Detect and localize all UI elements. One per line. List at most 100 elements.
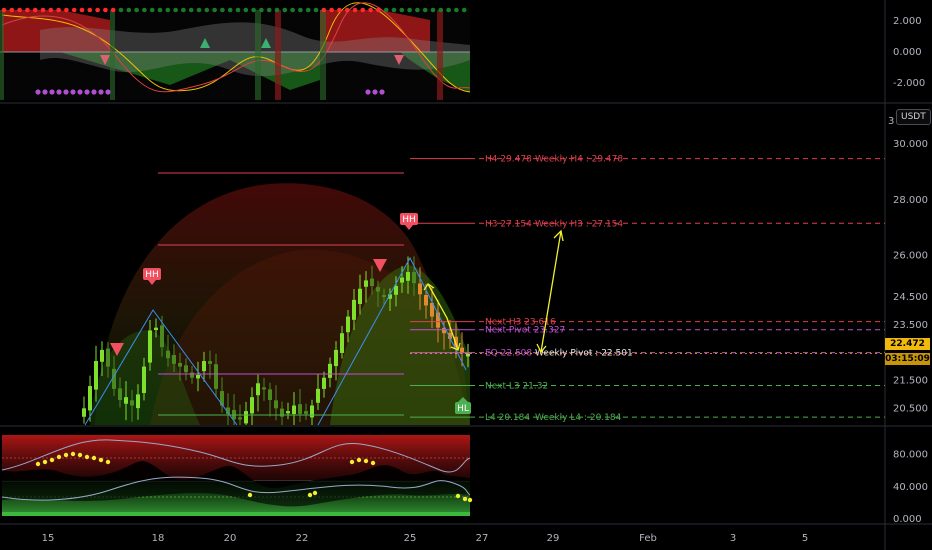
- rsi-baseline: [2, 512, 470, 516]
- weekly-level-label: Weekly L4 : 20.184: [535, 413, 622, 423]
- candle-body: [136, 394, 140, 409]
- candle-body: [184, 365, 188, 373]
- rsi-dot: [91, 455, 97, 461]
- weekly-level-label: Weekly Pivot : 22.501: [535, 349, 633, 359]
- candle-body: [202, 361, 206, 372]
- rsi-dot: [84, 454, 90, 460]
- level-label: Next L3 21.32: [485, 382, 548, 392]
- osc-dot: [313, 7, 319, 13]
- osc-dot: [391, 7, 397, 13]
- price-axis[interactable]: 30.000 28.000 26.000 24.500 23.500 21.500 20.5…: [893, 16, 928, 525]
- osc-dot: [282, 7, 288, 13]
- osc-dot: [321, 7, 327, 13]
- osc-highlight-bar: [275, 10, 281, 100]
- rsi-dot: [363, 458, 369, 464]
- osc-dot: [87, 7, 93, 13]
- candle-body: [238, 417, 242, 420]
- osc-dot: [243, 7, 249, 13]
- osc-dot: [383, 7, 389, 13]
- level-label: H4 29.478: [485, 155, 532, 165]
- candle-body: [130, 400, 134, 406]
- rsi-dot: [349, 459, 355, 465]
- osc-dot: [157, 7, 163, 13]
- candle-body: [460, 347, 464, 353]
- candle-body: [376, 287, 380, 292]
- candle-body: [88, 386, 92, 411]
- osc-dot: [407, 7, 412, 13]
- candle-body: [382, 295, 386, 298]
- rsi-dot: [247, 492, 253, 498]
- candle-body: [322, 377, 326, 389]
- time-tick-label: 18: [152, 533, 165, 544]
- osc-dot: [173, 7, 178, 13]
- osc-dot: [134, 7, 139, 13]
- candle-body: [250, 397, 254, 414]
- osc-dot: [337, 7, 342, 13]
- candle-body: [328, 363, 332, 378]
- candle-body: [286, 411, 290, 414]
- osc-dot: [220, 7, 225, 13]
- osc-highlight-bar: [437, 10, 443, 100]
- last-price-tag: 22.472: [885, 338, 930, 350]
- candle-body: [94, 361, 98, 390]
- osc-dot: [329, 7, 334, 13]
- osc-dot: [352, 7, 358, 13]
- candle-body: [424, 295, 428, 306]
- price-tick-label: 20.500: [893, 403, 928, 414]
- hh-label-marker: HH: [400, 213, 418, 230]
- candle-body: [124, 397, 128, 404]
- currency-badge[interactable]: USDT: [896, 109, 931, 125]
- osc-dot: [56, 7, 61, 13]
- osc-dot: [25, 7, 30, 13]
- price-tick-label: 24.500: [893, 292, 928, 303]
- osc-dot: [422, 7, 428, 13]
- rsi-dot: [312, 490, 318, 496]
- rsi-dot: [49, 457, 55, 463]
- candle-body: [394, 285, 398, 295]
- osc-dot: [79, 7, 85, 13]
- candle-body: [154, 327, 158, 331]
- osc-dot: [227, 7, 233, 13]
- osc-dot: [64, 7, 69, 13]
- osc-dot: [379, 89, 385, 95]
- candle-body: [160, 325, 164, 348]
- osc-dot: [71, 7, 77, 13]
- candle-body: [340, 333, 344, 353]
- osc-highlight-bar: [320, 10, 326, 100]
- hh-label-text: HH: [145, 270, 159, 280]
- rsi-dot: [98, 457, 104, 463]
- candle-body: [106, 348, 110, 367]
- candle-body: [208, 361, 212, 364]
- osc-highlight-bar: [0, 10, 4, 100]
- osc-dot: [149, 7, 155, 13]
- time-tick-label: 25: [404, 533, 417, 544]
- rsi-dot: [63, 452, 69, 458]
- time-tick-label: 15: [42, 533, 55, 544]
- candle-body: [352, 299, 356, 320]
- trading-chart[interactable]: H4 29.478 Weekly H4 : 29.478H3 27.154 Week…: [0, 0, 932, 550]
- price-tick-label: 23.500: [893, 320, 928, 331]
- time-tick-label: 29: [547, 533, 560, 544]
- rsi-dot: [307, 492, 313, 498]
- candle-body: [274, 400, 278, 409]
- weekly-level-label: Weekly H4 : 29.478: [535, 155, 623, 165]
- osc-dot: [49, 89, 55, 95]
- osc-dot: [91, 89, 97, 95]
- time-axis[interactable]: 15 18 20 22 25 27 29 Feb 3 5: [42, 533, 809, 544]
- osc-dot: [126, 7, 132, 13]
- time-tick-label: 22: [296, 533, 309, 544]
- candle-body: [358, 288, 362, 304]
- osc-dot: [42, 89, 48, 95]
- price-tick-label: 30.000: [893, 139, 928, 150]
- osc-dot: [415, 7, 420, 13]
- candle-body: [370, 278, 374, 286]
- osc-dot: [298, 7, 303, 13]
- log-scale-marker: 3: [888, 116, 894, 127]
- osc-dot: [305, 7, 311, 13]
- level-label: Next Pivot 23.327: [485, 326, 565, 336]
- time-tick-label: 3: [730, 533, 736, 544]
- osc-dot: [142, 7, 147, 13]
- osc-dot: [454, 7, 459, 13]
- osc-dot: [376, 7, 381, 13]
- candle-body: [334, 349, 338, 367]
